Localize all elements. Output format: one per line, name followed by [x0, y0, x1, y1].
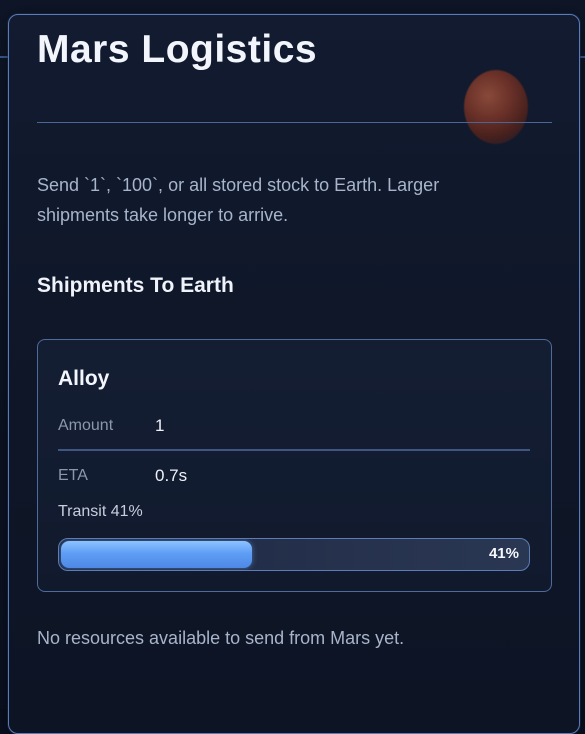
title-divider	[37, 122, 552, 123]
empty-resources-note: No resources available to send from Mars…	[37, 628, 405, 648]
panel-description: Send `1`, `100`, or all stored stock to …	[37, 175, 440, 225]
transit-progress-fill	[61, 541, 252, 568]
transit-progress-bar: 41%	[58, 538, 530, 571]
shipment-resource-name: Alloy	[58, 367, 110, 390]
eta-label: ETA	[58, 467, 88, 484]
shipments-heading: Shipments To Earth	[37, 274, 234, 297]
row-divider	[58, 449, 530, 451]
background-divider-left	[0, 56, 8, 58]
transit-label: Transit 41%	[58, 503, 143, 520]
shipment-card: Alloy Amount 1 ETA 0.7s Transit 41% 41%	[37, 339, 552, 592]
transit-progress-percent: 41%	[488, 545, 519, 562]
mars-planet-icon	[464, 70, 528, 144]
amount-value: 1	[155, 416, 165, 435]
amount-label: Amount	[58, 417, 114, 434]
eta-value: 0.7s	[155, 466, 188, 485]
panel-title: Mars Logistics	[37, 28, 318, 71]
background-divider-right	[580, 56, 585, 58]
